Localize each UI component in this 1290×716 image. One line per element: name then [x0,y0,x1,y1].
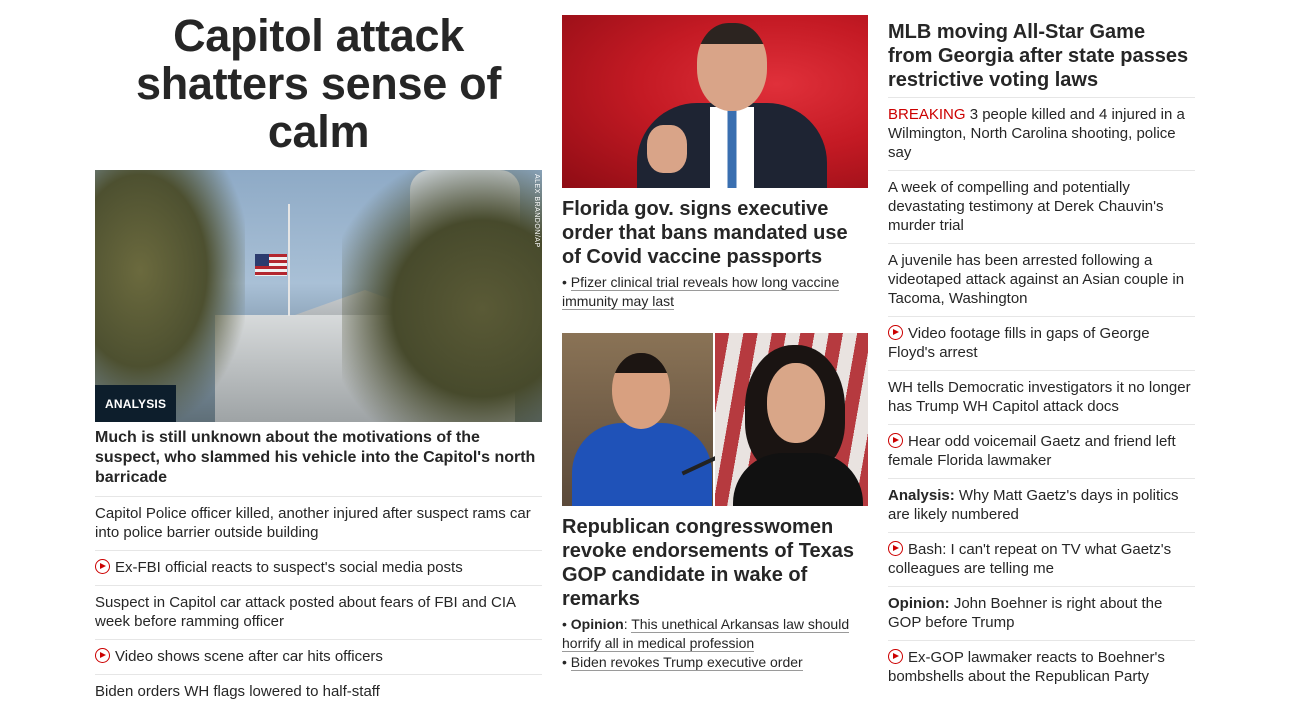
list-item-text: A juvenile has been arrested following a… [888,252,1185,307]
opinion-label: Opinion: [888,595,950,612]
florida-related-link[interactable]: • Pfizer clinical trial reveals how long… [562,273,868,311]
mlb-story-title[interactable]: MLB moving All-Star Game from Georgia af… [888,20,1195,98]
list-item[interactable]: Hear odd voicemail Gaetz and friend left… [888,425,1195,479]
play-video-icon [888,541,903,556]
list-item-text: Hear odd voicemail Gaetz and friend left… [888,433,1176,469]
photo-left [562,333,729,506]
list-item-text: Ex-GOP lawmaker reacts to Boehner's bomb… [888,649,1165,685]
list-item[interactable]: Video footage fills in gaps of George Fl… [888,317,1195,371]
list-item[interactable]: Opinion: John Boehner is right about the… [888,587,1195,641]
play-video-icon [888,433,903,448]
congresswomen-story-title[interactable]: Republican congresswomen revoke endorsem… [562,515,868,611]
american-flag [255,254,287,276]
list-item[interactable]: Capitol Police officer killed, another i… [95,497,542,551]
florida-story-title[interactable]: Florida gov. signs executive order that … [562,197,868,269]
list-item-text: Suspect in Capitol car attack posted abo… [95,594,516,630]
list-item-text: Bash: I can't repeat on TV what Gaetz's … [888,541,1172,577]
list-item-text: Biden orders WH flags lowered to half-st… [95,683,380,700]
lead-related-list: Capitol Police officer killed, another i… [95,497,542,709]
congresswomen-image[interactable] [562,333,868,506]
face-shape [767,363,825,443]
related-link-text[interactable]: Pfizer clinical trial reveals how long v… [562,274,840,310]
related-link-text[interactable]: Biden revokes Trump executive order [570,654,803,671]
list-item[interactable]: Biden orders WH flags lowered to half-st… [95,675,542,709]
list-item[interactable]: Ex-GOP lawmaker reacts to Boehner's bomb… [888,641,1195,694]
photo-right [715,333,868,506]
list-item-text: Capitol Police officer killed, another i… [95,505,531,541]
list-item[interactable]: Video shows scene after car hits officer… [95,640,542,675]
list-item[interactable]: A juvenile has been arrested following a… [888,244,1195,317]
lead-story-column: Capitol attack shatters sense of calm AL… [95,12,542,709]
play-video-icon [95,648,110,663]
opinion-label: Opinion [570,616,624,632]
florida-governor-image[interactable] [562,15,868,188]
list-item[interactable]: Suspect in Capitol car attack posted abo… [95,586,542,640]
shirt-tie-shape [710,107,754,188]
opinion-link[interactable]: • Opinion: This unethical Arkansas law s… [562,615,868,653]
list-item-text: WH tells Democratic investigators it no … [888,379,1191,415]
list-item[interactable]: Bash: I can't repeat on TV what Gaetz's … [888,533,1195,587]
middle-column: Florida gov. signs executive order that … [562,15,868,672]
list-item[interactable]: WH tells Democratic investigators it no … [888,371,1195,425]
suit-shape [733,453,863,506]
lead-subheadline[interactable]: Much is still unknown about the motivati… [95,428,542,497]
list-item-text: A week of compelling and potentially dev… [888,179,1164,234]
list-item[interactable]: BREAKING 3 people killed and 4 injured i… [888,98,1195,171]
hand-shape [647,125,687,173]
head-shape [697,23,767,111]
list-item-text: Video footage fills in gaps of George Fl… [888,325,1150,361]
play-video-icon [95,559,110,574]
list-item[interactable]: Ex-FBI official reacts to suspect's soci… [95,551,542,586]
analysis-label: Analysis: [888,487,955,504]
list-item[interactable]: Analysis: Why Matt Gaetz's days in polit… [888,479,1195,533]
image-credit: ALEX BRANDON/AP [533,174,540,248]
jacket-shape [572,423,712,506]
list-item-text: Video shows scene after car hits officer… [115,648,383,665]
headlines-column: MLB moving All-Star Game from Georgia af… [888,20,1195,694]
list-item-text: Ex-FBI official reacts to suspect's soci… [115,559,463,576]
tree-right [342,170,542,422]
biden-link[interactable]: • Biden revokes Trump executive order [562,653,868,672]
flag-pole [288,204,290,316]
face-shape [612,353,670,429]
lead-headline[interactable]: Capitol attack shatters sense of calm [95,12,542,156]
breaking-label: BREAKING [888,106,966,123]
analysis-badge: ANALYSIS [95,385,177,422]
play-video-icon [888,649,903,664]
lead-story-image[interactable]: ALEX BRANDON/AP ANALYSIS [95,170,542,422]
list-item[interactable]: A week of compelling and potentially dev… [888,171,1195,244]
play-video-icon [888,325,903,340]
